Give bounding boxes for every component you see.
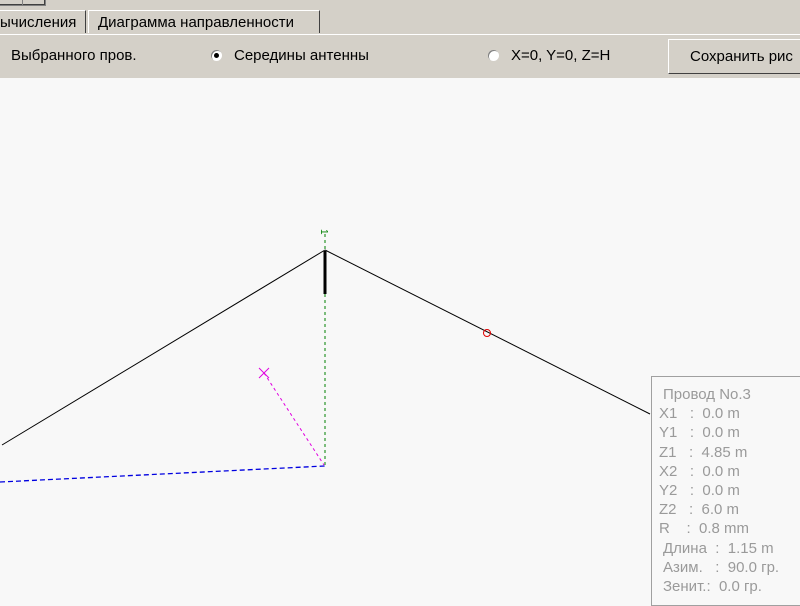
wire-info-title: Провод No.3 (663, 386, 751, 403)
wire-info-line: R : 0.8 mm (659, 520, 750, 538)
wire-info-line: X2 : 0.0 m (659, 462, 740, 480)
wire-length: Длина : 1.15 m (663, 539, 774, 557)
wire-info-panel: Провод No.3 X1 : 0.0 m Y1 : 0.0 m Z1 : 4… (651, 376, 800, 606)
wire-number-label: 1 (318, 229, 329, 235)
wire-1[interactable] (1, 249, 326, 446)
wire-zenith: Зенит.: 0.0 гр. (663, 578, 762, 596)
wire-2[interactable] (324, 249, 651, 415)
wire-info-line: Y1 : 0.0 m (659, 424, 740, 442)
direction-marker-icon (258, 367, 270, 379)
wire-info-line: Z2 : 6.0 m (659, 501, 740, 519)
wire-info-line: X1 : 0.0 m (659, 405, 740, 423)
wire-azimuth: Азим. : 90.0 гр. (663, 558, 780, 576)
wire-info-line: Y2 : 0.0 m (659, 482, 740, 500)
direction-line (263, 372, 325, 466)
ground-axis (0, 465, 326, 483)
wire-info-line: Z1 : 4.85 m (659, 443, 748, 461)
